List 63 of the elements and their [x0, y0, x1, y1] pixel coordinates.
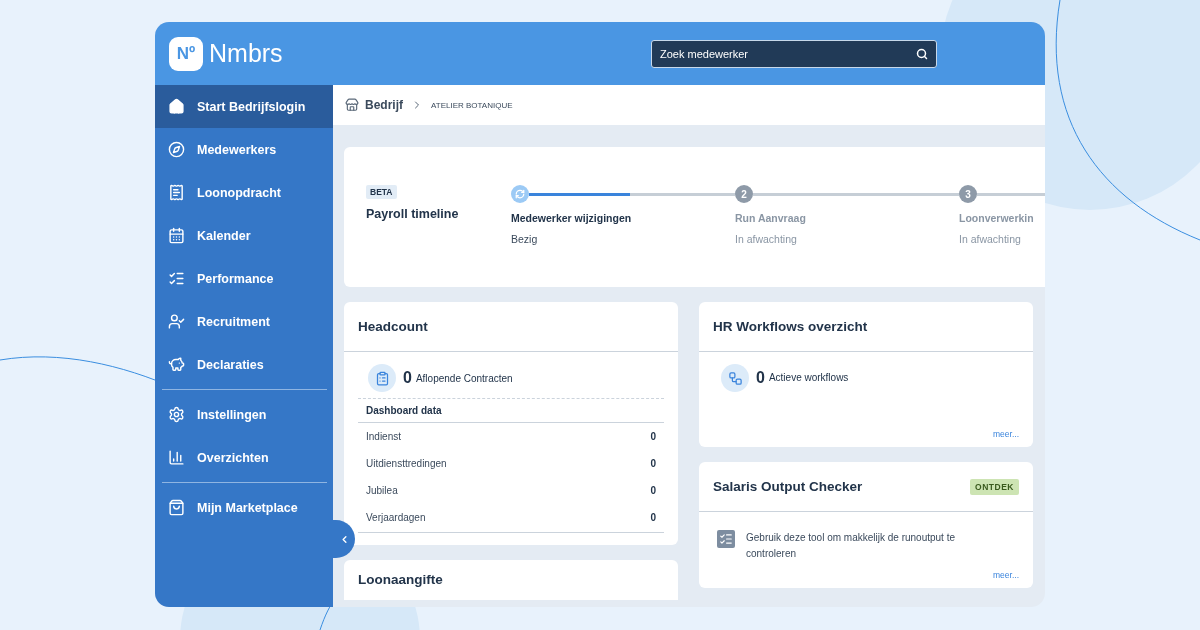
- row-value: 0: [650, 431, 656, 442]
- beta-badge: BETA: [366, 185, 397, 199]
- sidebar-item[interactable]: Medewerkers: [155, 128, 333, 171]
- refresh-icon: [515, 189, 525, 199]
- card-title: Loonaangifte: [358, 572, 444, 587]
- store-icon: [345, 98, 359, 112]
- stat-label: Actieve workflows: [768, 371, 849, 385]
- row-label: Indienst: [366, 431, 402, 442]
- receipt-icon: [168, 184, 185, 201]
- breadcrumb-link[interactable]: Bedrijf: [345, 98, 403, 112]
- search-field[interactable]: Zoek medewerker: [651, 39, 937, 68]
- checker-description: Gebruik deze tool om makkelijk de runoutput te controleren: [746, 531, 956, 561]
- clipboard-icon: [368, 364, 396, 392]
- user-check-icon: [168, 313, 185, 330]
- row-value: 0: [650, 512, 656, 523]
- checklist-icon: [168, 270, 185, 287]
- sidebar-item[interactable]: Overzichten: [155, 436, 333, 479]
- logo-name: Nmbrs: [209, 39, 283, 68]
- discover-badge: ONTDEK: [970, 478, 1019, 495]
- table-title: Dashboard data: [358, 399, 664, 423]
- sidebar-item[interactable]: Declaraties: [155, 343, 333, 386]
- workflow-icon: [721, 364, 749, 392]
- step-status: Bezig: [511, 233, 539, 245]
- step-status: In afwachting: [959, 233, 1022, 245]
- collapse-button[interactable]: [333, 520, 355, 558]
- row-label: Verjaardagen: [366, 512, 426, 523]
- row-value: 0: [650, 485, 656, 496]
- sidebar-item[interactable]: Mijn Marketplace: [155, 486, 333, 529]
- home-icon: [168, 98, 185, 115]
- logo-badge: Nº: [169, 36, 203, 71]
- step-label: Loonverwerkin: [959, 212, 1035, 224]
- step-label: Medewerker wijzigingen: [511, 212, 633, 224]
- sidebar-item[interactable]: Start Bedrijfslogin: [155, 85, 333, 128]
- more-link[interactable]: meer...: [993, 570, 1033, 588]
- bar-chart-icon: [168, 449, 185, 466]
- card-title: HR Workflows overzicht: [713, 319, 868, 334]
- row-label: Jubilea: [366, 485, 398, 496]
- sidebar-item[interactable]: Instellingen: [155, 393, 333, 436]
- search-icon[interactable]: [916, 47, 928, 60]
- piggy-bank-icon: [168, 356, 185, 373]
- row-label: Uitdiensttredingen: [366, 458, 447, 469]
- stat-value: 0: [756, 368, 765, 388]
- card-title: Headcount: [358, 319, 428, 334]
- step-label: Run Aanvraag: [735, 212, 807, 224]
- card-title: Salaris Output Checker: [713, 479, 863, 494]
- shopping-bag-icon: [168, 499, 185, 516]
- step-marker: 3: [959, 185, 977, 203]
- sidebar-item[interactable]: Loonopdracht: [155, 171, 333, 214]
- settings-icon: [168, 406, 185, 423]
- step-marker: 2: [735, 185, 753, 203]
- stat-label: Aflopende Contracten: [415, 372, 513, 384]
- timeline-title: Payroll timeline: [366, 207, 459, 221]
- compass-icon: [168, 141, 185, 158]
- checklist-icon: [717, 530, 735, 548]
- row-value: 0: [650, 458, 656, 469]
- sidebar-item[interactable]: Performance: [155, 257, 333, 300]
- sidebar-item[interactable]: Recruitment: [155, 300, 333, 343]
- sidebar-item[interactable]: Kalender: [155, 214, 333, 257]
- calendar-icon: [168, 227, 185, 244]
- breadcrumb-company: ATELIER BOTANIQUE: [431, 100, 513, 110]
- step-status: In afwachting: [735, 233, 798, 245]
- stat-value: 0: [403, 369, 412, 387]
- more-link[interactable]: meer...: [993, 429, 1033, 447]
